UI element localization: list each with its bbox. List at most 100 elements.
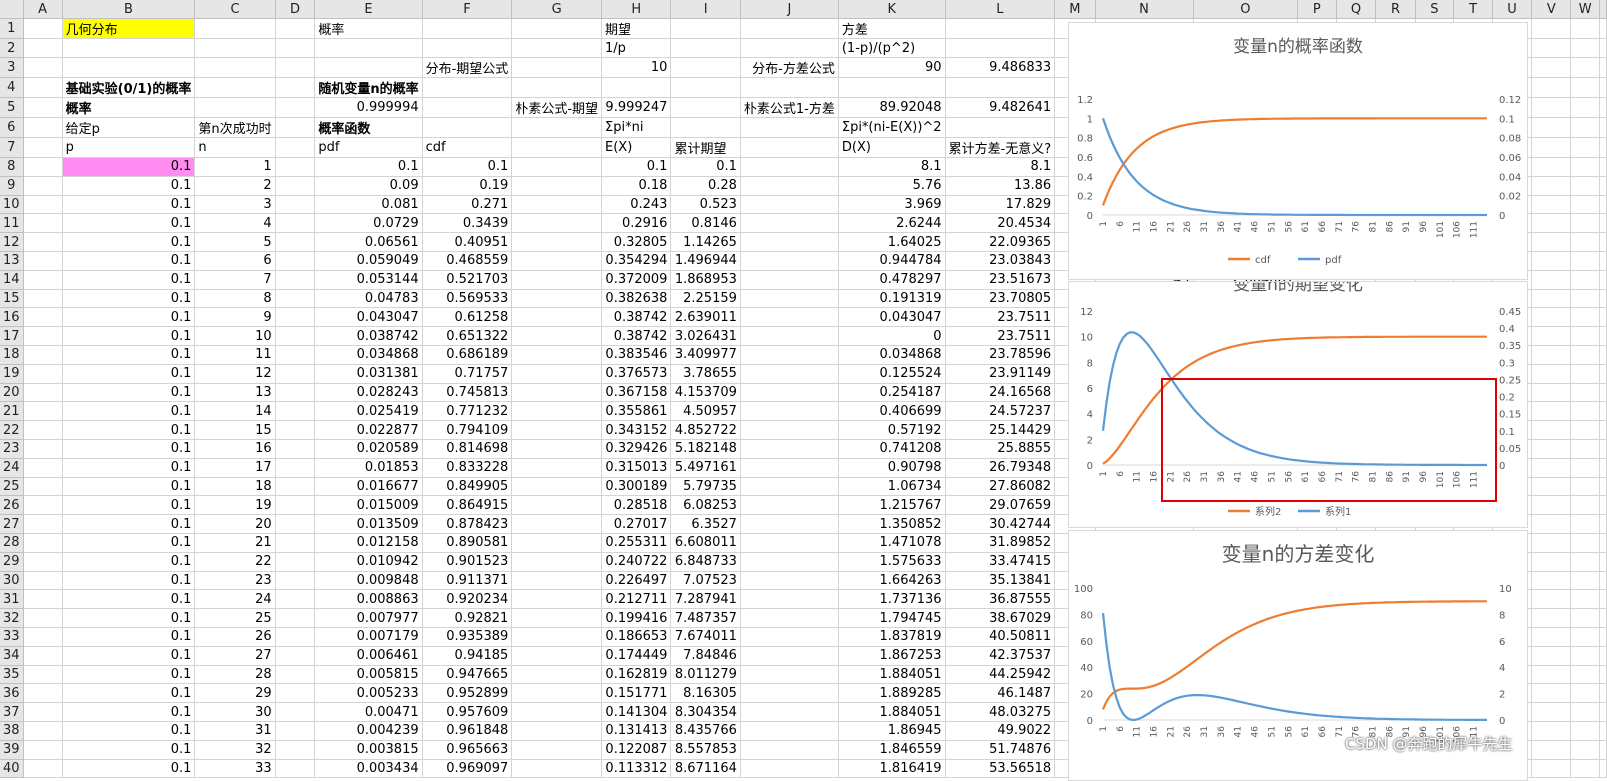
- cell-C28[interactable]: 21: [194, 533, 276, 553]
- cell-blank[interactable]: [1599, 589, 1607, 610]
- cell-C21[interactable]: 14: [194, 401, 276, 422]
- cell-B3[interactable]: [62, 57, 196, 79]
- cell-A24[interactable]: [23, 458, 63, 478]
- cell-E23[interactable]: 0.020589: [314, 439, 423, 459]
- cell-J32[interactable]: [740, 608, 839, 629]
- cell-A28[interactable]: [23, 533, 63, 553]
- cell-A10[interactable]: [23, 195, 63, 215]
- cell-W21[interactable]: [1570, 401, 1600, 422]
- cell-K24[interactable]: 0.90798: [838, 458, 946, 478]
- cell-D30[interactable]: [275, 571, 316, 591]
- cell-W14[interactable]: [1570, 270, 1600, 290]
- cell-H18[interactable]: 0.383546: [601, 345, 672, 365]
- row-header[interactable]: 39: [0, 740, 24, 760]
- cell-D33[interactable]: [275, 627, 316, 647]
- cell-V32[interactable]: [1531, 608, 1572, 629]
- cell-V28[interactable]: [1531, 533, 1572, 553]
- cell-L30[interactable]: 35.13841: [945, 571, 1056, 591]
- cell-K13[interactable]: 0.944784: [838, 251, 946, 271]
- cell-F30[interactable]: 0.911371: [422, 571, 513, 591]
- row-header[interactable]: 7: [0, 137, 24, 159]
- cell-K17[interactable]: 0: [838, 326, 946, 347]
- cell-I3[interactable]: [670, 57, 741, 79]
- cell-K12[interactable]: 1.64025: [838, 232, 946, 253]
- cell-E26[interactable]: 0.015009: [314, 495, 423, 516]
- cell-G34[interactable]: [511, 646, 603, 666]
- cell-V22[interactable]: [1531, 420, 1572, 441]
- cell-D9[interactable]: [275, 176, 316, 196]
- cell-J6[interactable]: [740, 117, 839, 139]
- cell-I9[interactable]: 0.28: [670, 176, 741, 196]
- cell-I38[interactable]: 8.435766: [670, 721, 741, 741]
- cell-J37[interactable]: [740, 702, 839, 722]
- cell-G4[interactable]: [511, 77, 603, 99]
- cell-W29[interactable]: [1570, 552, 1600, 572]
- cell-W12[interactable]: [1570, 232, 1600, 253]
- cell-V35[interactable]: [1531, 665, 1572, 685]
- cell-H35[interactable]: 0.162819: [601, 665, 672, 685]
- cell-B20[interactable]: 0.1: [62, 383, 196, 403]
- cell-B27[interactable]: 0.1: [62, 514, 196, 535]
- cell-G32[interactable]: [511, 608, 603, 629]
- cell-E15[interactable]: 0.04783: [314, 289, 423, 309]
- cell-L8[interactable]: 8.1: [945, 157, 1056, 177]
- cell-A26[interactable]: [23, 495, 63, 516]
- cell-F11[interactable]: 0.3439: [422, 213, 513, 234]
- cell-H5[interactable]: 9.999247: [601, 97, 672, 119]
- cell-D1[interactable]: [275, 18, 316, 40]
- cell-blank[interactable]: [1599, 77, 1607, 99]
- cell-I37[interactable]: 8.304354: [670, 702, 741, 722]
- cell-B38[interactable]: 0.1: [62, 721, 196, 741]
- cell-D11[interactable]: [275, 213, 316, 234]
- cell-V33[interactable]: [1531, 627, 1572, 647]
- cell-blank[interactable]: [1599, 740, 1607, 760]
- cell-G1[interactable]: [511, 18, 603, 40]
- cell-E36[interactable]: 0.005233: [314, 683, 423, 704]
- cell-V38[interactable]: [1531, 721, 1572, 741]
- cell-H34[interactable]: 0.174449: [601, 646, 672, 666]
- cell-I7[interactable]: 累计期望: [670, 137, 741, 159]
- column-header-S[interactable]: S: [1415, 0, 1455, 20]
- cell-H19[interactable]: 0.376573: [601, 364, 672, 384]
- cell-J24[interactable]: [740, 458, 839, 478]
- cell-L7[interactable]: 累计方差-无意义?: [945, 137, 1056, 159]
- cell-blank[interactable]: [1599, 176, 1607, 196]
- cell-E28[interactable]: 0.012158: [314, 533, 423, 553]
- cell-V13[interactable]: [1531, 251, 1572, 271]
- cell-E22[interactable]: 0.022877: [314, 420, 423, 441]
- cell-C23[interactable]: 16: [194, 439, 276, 459]
- cell-blank[interactable]: [1599, 57, 1607, 79]
- cell-A2[interactable]: [23, 38, 63, 59]
- row-header[interactable]: 11: [0, 213, 24, 234]
- row-header[interactable]: 5: [0, 97, 24, 119]
- cell-D32[interactable]: [275, 608, 316, 629]
- cell-W27[interactable]: [1570, 514, 1600, 535]
- cell-B16[interactable]: 0.1: [62, 307, 196, 328]
- cell-E12[interactable]: 0.06561: [314, 232, 423, 253]
- row-header[interactable]: 17: [0, 326, 24, 347]
- cell-D14[interactable]: [275, 270, 316, 290]
- cell-B28[interactable]: 0.1: [62, 533, 196, 553]
- cell-F22[interactable]: 0.794109: [422, 420, 513, 441]
- cell-C10[interactable]: 3: [194, 195, 276, 215]
- cell-I28[interactable]: 6.608011: [670, 533, 741, 553]
- cell-W24[interactable]: [1570, 458, 1600, 478]
- cell-K1[interactable]: 方差: [838, 18, 946, 40]
- cell-blank[interactable]: [1599, 401, 1607, 422]
- cell-W4[interactable]: [1570, 77, 1600, 99]
- cell-E1[interactable]: 概率: [314, 18, 423, 40]
- cell-V5[interactable]: [1531, 97, 1572, 119]
- cell-blank[interactable]: [1599, 97, 1607, 119]
- cell-G29[interactable]: [511, 552, 603, 572]
- cell-C17[interactable]: 10: [194, 326, 276, 347]
- cell-L11[interactable]: 20.4534: [945, 213, 1056, 234]
- cell-blank[interactable]: [1599, 608, 1607, 629]
- cell-G6[interactable]: [511, 117, 603, 139]
- cell-I22[interactable]: 4.852722: [670, 420, 741, 441]
- cell-K7[interactable]: D(X): [838, 137, 946, 159]
- cell-I40[interactable]: 8.671164: [670, 759, 741, 779]
- cell-J16[interactable]: [740, 307, 839, 328]
- cell-J31[interactable]: [740, 589, 839, 610]
- cell-H1[interactable]: 期望: [601, 18, 672, 40]
- cell-L12[interactable]: 22.09365: [945, 232, 1056, 253]
